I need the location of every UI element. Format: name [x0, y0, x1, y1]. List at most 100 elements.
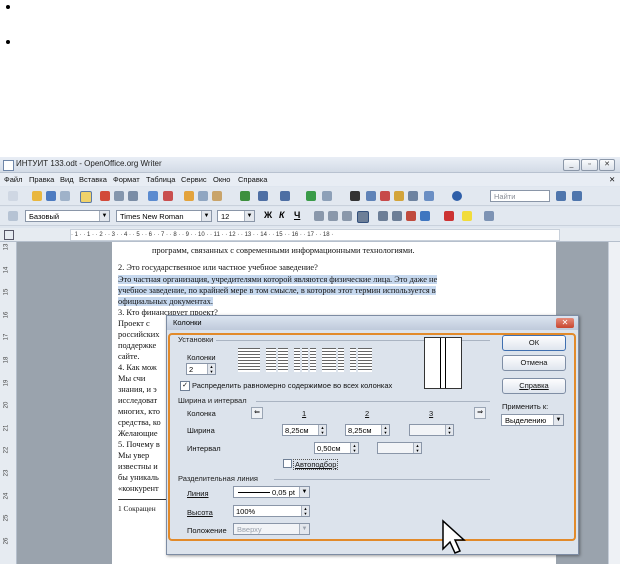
save-icon[interactable] — [46, 191, 56, 201]
two-column-preset[interactable] — [264, 345, 290, 375]
edit-mode-icon[interactable] — [80, 191, 92, 203]
datasource-icon[interactable] — [394, 191, 404, 201]
spellcheck-icon[interactable] — [148, 191, 158, 201]
open-icon[interactable] — [32, 191, 42, 201]
left-wide-preset[interactable] — [320, 345, 346, 375]
menu-file[interactable]: Файл — [4, 175, 22, 184]
new-icon[interactable] — [8, 191, 18, 201]
spacing-1-input[interactable]: 0,50см ▲ ▼ — [314, 442, 359, 454]
right-wide-preset[interactable] — [348, 345, 374, 375]
font-select[interactable]: Times New Roman ▼ — [116, 210, 212, 222]
print-icon[interactable] — [114, 191, 124, 201]
spacing-2-input[interactable]: ▲ ▼ — [377, 442, 422, 454]
cut-icon[interactable] — [184, 191, 194, 201]
pdf-icon[interactable] — [100, 191, 110, 201]
italic-button[interactable]: К — [279, 210, 285, 220]
highlight-icon[interactable] — [462, 211, 472, 221]
apply-to-select[interactable]: Выделению ▼ — [501, 414, 564, 426]
columns-stepper[interactable]: 2 ▲ ▼ — [186, 363, 216, 375]
menu-view[interactable]: Вид — [60, 175, 74, 184]
font-value: Times New Roman — [120, 212, 184, 221]
size-select[interactable]: 12 ▼ — [217, 210, 255, 222]
document-line: знания, и э — [118, 385, 157, 394]
arrow-right-icon[interactable]: ⇒ — [474, 407, 486, 419]
document-line: средства, ко — [118, 418, 161, 427]
ok-button[interactable]: ОК — [502, 335, 566, 351]
brush-icon[interactable] — [240, 191, 250, 201]
navigator-icon[interactable] — [366, 191, 376, 201]
table-icon[interactable] — [322, 191, 332, 201]
font-color-icon[interactable] — [444, 211, 454, 221]
undo-icon[interactable] — [258, 191, 268, 201]
copy-icon[interactable] — [198, 191, 208, 201]
autospell-icon[interactable] — [163, 191, 173, 201]
height-stepper[interactable]: 100% ▲ ▼ — [233, 505, 310, 517]
align-right-icon[interactable] — [342, 211, 352, 221]
menu-edit[interactable]: Правка — [29, 175, 54, 184]
vruler-tick: 26 — [3, 537, 10, 545]
menu-insert[interactable]: Вставка — [79, 175, 107, 184]
paste-icon[interactable] — [212, 191, 222, 201]
nonprinting-icon[interactable] — [408, 191, 418, 201]
size-value: 12 — [221, 212, 230, 221]
menu-bar: Файл Правка Вид Вставка Формат Таблица С… — [0, 173, 620, 186]
menu-window[interactable]: Окно — [213, 175, 230, 184]
bullets-icon[interactable] — [392, 211, 402, 221]
line-select[interactable]: 0,05 pt ▼ — [233, 486, 310, 498]
vruler-tick: 21 — [3, 424, 10, 432]
width-2-input[interactable]: 8,25см ▲ ▼ — [345, 424, 390, 436]
find-icon[interactable] — [350, 191, 360, 201]
minimize-button[interactable]: _ — [563, 159, 580, 171]
width-3-input[interactable]: ▲ ▼ — [409, 424, 454, 436]
menu-tools[interactable]: Сервис — [181, 175, 207, 184]
find-input[interactable]: Найти — [490, 190, 550, 202]
three-column-preset[interactable] — [292, 345, 318, 375]
width-1-input[interactable]: 8,25см ▲ ▼ — [282, 424, 327, 436]
align-center-icon[interactable] — [328, 211, 338, 221]
maximize-button[interactable]: ▫ — [581, 159, 598, 171]
autofit-checkbox[interactable] — [283, 459, 292, 468]
dialog-close-button[interactable]: ✕ — [556, 318, 574, 328]
find-next-icon[interactable] — [556, 191, 566, 201]
menu-format[interactable]: Формат — [113, 175, 140, 184]
spin-arrows-icon: ▲ ▼ — [207, 364, 215, 374]
column-number-2: 2 — [365, 409, 370, 418]
arrow-left-icon[interactable]: ⇐ — [251, 407, 263, 419]
close-button[interactable]: ✕ — [599, 159, 615, 171]
preview-icon[interactable] — [128, 191, 138, 201]
divider — [274, 479, 490, 480]
document-line: российских — [118, 330, 160, 339]
zoom-icon[interactable] — [424, 191, 434, 201]
position-select[interactable]: Вверху ▼ — [233, 523, 310, 535]
justify-icon[interactable] — [357, 211, 369, 223]
decrease-indent-icon[interactable] — [406, 211, 416, 221]
increase-indent-icon[interactable] — [420, 211, 430, 221]
height-label: Высота — [187, 508, 213, 517]
cancel-button[interactable]: Отмена — [502, 355, 566, 371]
close-document-icon[interactable]: ✕ — [609, 175, 615, 184]
vruler-tick: 20 — [3, 401, 10, 409]
distribute-checkbox[interactable]: ✓ — [180, 381, 190, 391]
help-button[interactable]: Справка — [502, 378, 566, 394]
help-icon[interactable] — [452, 191, 462, 201]
find-prev-icon[interactable] — [572, 191, 582, 201]
gallery-icon[interactable] — [380, 191, 390, 201]
spacing-1-value: 0,50см — [317, 444, 341, 453]
redo-icon[interactable] — [280, 191, 290, 201]
spin-arrows-icon: ▲ ▼ — [381, 425, 389, 435]
mail-icon[interactable] — [60, 191, 70, 201]
hyperlink-icon[interactable] — [306, 191, 316, 201]
tab-stop-icon[interactable] — [4, 230, 14, 240]
bold-button[interactable]: Ж — [264, 210, 272, 220]
width-1-value: 8,25см — [285, 426, 309, 435]
align-left-icon[interactable] — [314, 211, 324, 221]
style-select[interactable]: Базовый ▼ — [25, 210, 110, 222]
menu-table[interactable]: Таблица — [146, 175, 175, 184]
background-color-icon[interactable] — [484, 211, 494, 221]
styles-icon[interactable] — [8, 211, 18, 221]
vertical-scrollbar[interactable] — [608, 242, 620, 564]
one-column-preset[interactable] — [236, 345, 262, 375]
underline-button[interactable]: Ч — [294, 210, 300, 220]
numbering-icon[interactable] — [378, 211, 388, 221]
menu-help[interactable]: Справка — [238, 175, 267, 184]
